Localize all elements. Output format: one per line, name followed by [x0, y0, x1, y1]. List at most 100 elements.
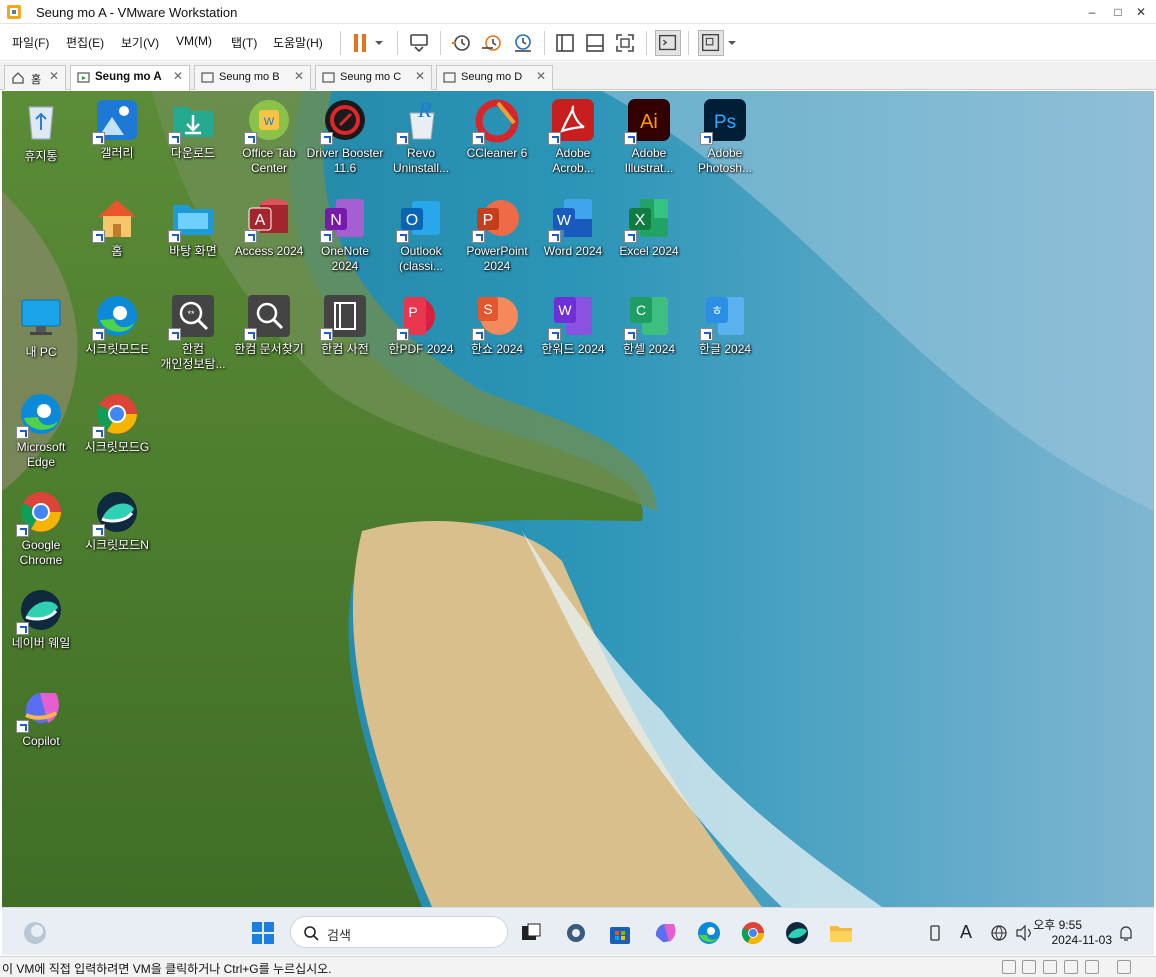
settings-icon[interactable] [563, 920, 589, 946]
svg-text:R: R [417, 97, 432, 122]
chrome-icon [16, 489, 64, 537]
menu-tabs[interactable]: 탭(T) [231, 34, 257, 51]
desktop-icon-powerpoint[interactable]: P PowerPoint 2024 [458, 189, 536, 274]
chevron-down-icon[interactable] [725, 30, 739, 56]
console-only-icon[interactable] [582, 30, 608, 56]
notification-bell-icon[interactable] [1118, 920, 1134, 946]
desktop-icon-word[interactable]: W Word 2024 [534, 189, 612, 259]
menu-vm[interactable]: VM(M) [176, 34, 212, 48]
chrome-icon[interactable] [740, 920, 766, 946]
desktop-icon-naver-whale[interactable]: 네이버 웨일 [2, 581, 80, 651]
desktop-icon-label: Driver Booster 11.6 [306, 146, 384, 175]
windows-taskbar: 검색 A 오후 9:55 2024-11-03 [2, 907, 1154, 955]
tab-close-button[interactable]: ✕ [49, 69, 59, 83]
desktop-icon-microsoft-edge[interactable]: Microsoft Edge [2, 385, 80, 470]
usb-icon[interactable] [928, 920, 942, 946]
volume-icon[interactable] [1014, 920, 1034, 946]
desktop-icon-adobe-photoshop[interactable]: Ps Adobe Photosh... [686, 91, 764, 176]
tab-seung-mo-b[interactable]: Seung mo B ✕ [194, 65, 311, 90]
desktop-icon-excel[interactable]: X Excel 2024 [610, 189, 688, 259]
tab-close-button[interactable]: ✕ [415, 69, 425, 83]
desktop-icon-home[interactable]: 홈 [78, 189, 156, 259]
desktop-icon-hancom-doc-finder[interactable]: 한컴 문서찾기 [230, 287, 308, 357]
desktop-icon-google-chrome[interactable]: Google Chrome [2, 483, 80, 568]
desktop-icon-hancom-privacy[interactable]: ** 한컴 개인정보탐... [154, 287, 232, 372]
close-button[interactable]: ✕ [1126, 3, 1156, 21]
task-view-icon[interactable] [518, 920, 544, 946]
tab-close-button[interactable]: ✕ [173, 69, 183, 83]
edge-icon[interactable] [696, 920, 722, 946]
desktop-icon-adobe-illustrator[interactable]: Ai Adobe Illustrat... [610, 91, 688, 176]
desktop-icon-hanword[interactable]: W 한워드 2024 [534, 287, 612, 357]
menu-view[interactable]: 보기(V) [121, 34, 159, 51]
menu-edit[interactable]: 편집(E) [66, 34, 104, 51]
desktop-icon-han-pdf[interactable]: P 한PDF 2024 [382, 287, 460, 357]
desktop-icon-desktop-folder[interactable]: 바탕 화면 [154, 189, 232, 259]
desktop-icon-revo-uninstaller[interactable]: R Revo Uninstall... [382, 91, 460, 176]
desktop-icon-my-pc[interactable]: 내 PC [2, 287, 80, 360]
menu-file[interactable]: 파일(F) [12, 34, 49, 51]
full-screen-icon[interactable] [612, 30, 638, 56]
han-pdf-icon: P [396, 293, 444, 341]
desktop-icon-outlook[interactable]: O Outlook (classi... [382, 189, 460, 274]
tab-seung-mo-d[interactable]: Seung mo D ✕ [436, 65, 553, 90]
display-icon[interactable] [1117, 960, 1131, 974]
usb-device-icon[interactable] [1064, 960, 1078, 974]
tab-home[interactable]: 홈 ✕ [4, 65, 66, 90]
search-icon [304, 926, 319, 941]
taskbar-search-box[interactable]: 검색 [290, 916, 508, 948]
desktop-icon-hancom-dictionary[interactable]: 한컴 사전 [306, 287, 384, 357]
file-explorer-icon[interactable] [828, 920, 854, 946]
desktop-icon-hanshow[interactable]: S 한쇼 2024 [458, 287, 536, 357]
network-adapter-icon[interactable] [1043, 960, 1057, 974]
terminal-icon[interactable] [655, 30, 681, 56]
desktop-icon-gallery[interactable]: 갤러리 [78, 91, 156, 161]
snapshot-manager-icon[interactable] [510, 30, 536, 56]
desktop-icon-hangul[interactable]: ㅎ 한글 2024 [686, 287, 764, 357]
copilot-icon[interactable] [652, 920, 678, 946]
desktop-icon-hancell[interactable]: C 한셀 2024 [610, 287, 688, 357]
tab-seung-mo-a[interactable]: Seung mo A ✕ [70, 65, 190, 91]
vm-desktop[interactable]: 휴지통 갤러리 다운로드 W Office Tab Center Driver … [2, 91, 1154, 907]
hard-disk-icon[interactable] [1002, 960, 1016, 974]
library-icon[interactable] [552, 30, 578, 56]
clock-date[interactable]: 2024-11-03 [1052, 933, 1113, 947]
sound-card-icon[interactable] [1085, 960, 1099, 974]
desktop-icon-access[interactable]: A Access 2024 [230, 189, 308, 259]
clock-time[interactable]: 오후 9:55 [1033, 916, 1082, 933]
desktop-icon-label: Revo Uninstall... [392, 146, 450, 175]
desktop-icon-onenote[interactable]: N OneNote 2024 [306, 189, 384, 274]
widgets-icon[interactable] [22, 920, 48, 946]
desktop-icon-downloads[interactable]: 다운로드 [154, 91, 232, 161]
desktop-icon-office-tab-center[interactable]: W Office Tab Center [230, 91, 308, 176]
desktop-icon-secret-mode-g[interactable]: 시크릿모드G [78, 385, 156, 455]
network-icon[interactable] [990, 920, 1008, 946]
menu-help[interactable]: 도움말(H) [273, 34, 323, 51]
store-icon[interactable] [607, 920, 633, 946]
tab-close-button[interactable]: ✕ [294, 69, 304, 83]
title-bar: Seung mo A - VMware Workstation – □ ✕ [0, 0, 1156, 24]
start-icon[interactable] [250, 920, 276, 946]
desktop-icon-recycle-bin[interactable]: 휴지통 [2, 91, 80, 164]
desktop-icon-driver-booster[interactable]: Driver Booster 11.6 [306, 91, 384, 176]
unity-icon[interactable] [698, 30, 724, 56]
hancom-privacy-search-icon: ** [168, 293, 216, 341]
cd-rom-icon[interactable] [1022, 960, 1036, 974]
desktop-icon-secret-mode-e[interactable]: 시크릿모드E [78, 287, 156, 357]
snapshot-icon[interactable] [448, 30, 474, 56]
whale-icon [92, 489, 140, 537]
ime-language-icon[interactable]: A [960, 920, 986, 946]
send-keys-icon[interactable] [406, 30, 432, 56]
revert-snapshot-icon[interactable] [479, 30, 505, 56]
desktop-icon-label: Outlook (classi... [398, 244, 443, 273]
resize-grip-icon[interactable] [1138, 960, 1152, 974]
desktop-icon-copilot[interactable]: Copilot [2, 679, 80, 749]
chevron-down-icon[interactable] [370, 30, 388, 56]
desktop-icon-ccleaner[interactable]: CCleaner 6 [458, 91, 536, 161]
tab-seung-mo-c[interactable]: Seung mo C ✕ [315, 65, 432, 90]
desktop-icon-adobe-acrobat[interactable]: Adobe Acrob... [534, 91, 612, 176]
desktop-icon-secret-mode-n[interactable]: 시크릿모드N [78, 483, 156, 553]
driver-booster-icon [320, 97, 368, 145]
whale-icon[interactable] [784, 920, 810, 946]
tab-close-button[interactable]: ✕ [536, 69, 546, 83]
